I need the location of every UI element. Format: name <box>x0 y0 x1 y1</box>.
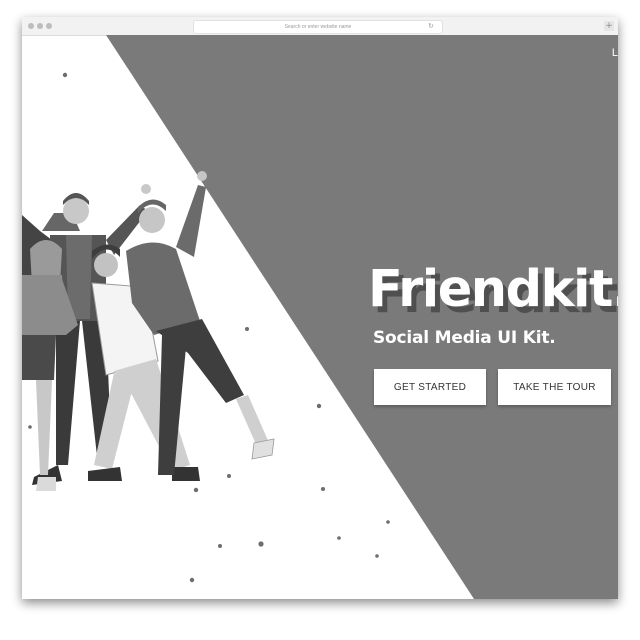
get-started-button[interactable]: GET STARTED <box>374 369 486 405</box>
maximize-window-button[interactable] <box>46 23 52 29</box>
reload-icon[interactable]: ↻ <box>428 20 434 32</box>
top-right-label: L <box>611 47 618 59</box>
address-bar[interactable]: Search or enter website name <box>193 20 443 34</box>
take-the-tour-button[interactable]: TAKE THE TOUR <box>498 369 611 405</box>
browser-toolbar: Search or enter website name ↻ + <box>22 17 618 36</box>
landing-page: L Friendkit. Social Media UI Kit. GET ST… <box>22 35 618 599</box>
browser-window: Search or enter website name ↻ + L Frien… <box>22 17 618 599</box>
hero-subtitle: Social Media UI Kit. <box>373 328 556 348</box>
hero-title: Friendkit. <box>368 260 618 319</box>
minimize-window-button[interactable] <box>37 23 43 29</box>
close-window-button[interactable] <box>28 23 34 29</box>
address-bar-placeholder: Search or enter website name <box>284 24 352 30</box>
plus-icon[interactable]: + <box>604 21 614 31</box>
